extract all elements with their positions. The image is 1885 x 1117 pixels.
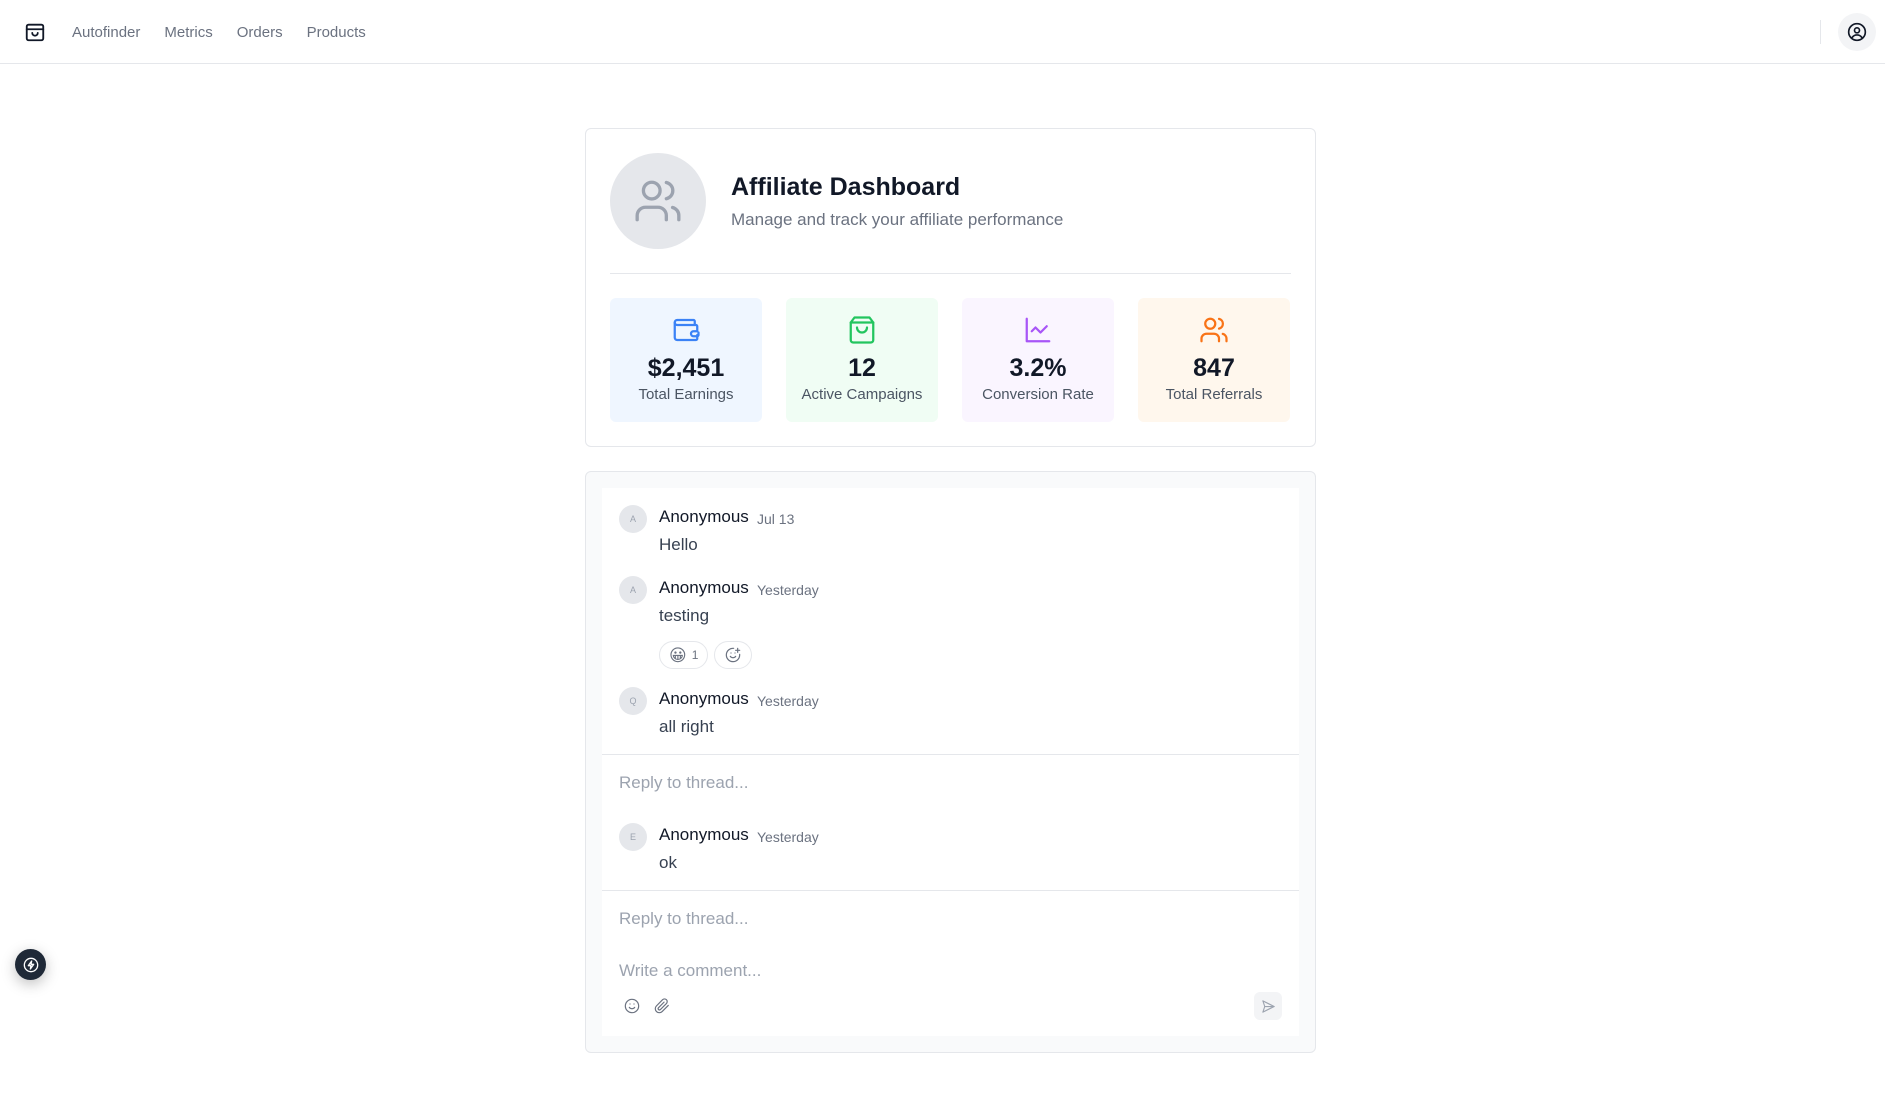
comment-text: ok: [659, 853, 677, 872]
stat-value: $2,451: [647, 354, 725, 382]
reactions-bar: 😀 1: [659, 641, 753, 669]
comment-timestamp: Yesterday: [757, 693, 819, 709]
comment-text: all right: [659, 717, 714, 736]
wallet-icon: [671, 315, 701, 345]
avatar: Q: [619, 687, 647, 715]
comment-timestamp: Yesterday: [757, 829, 819, 845]
page-title: Affiliate Dashboard: [731, 173, 961, 201]
page-subtitle: Manage and track your affiliate performa…: [731, 210, 1064, 229]
top-navbar: Autofinder Metrics Orders Products: [0, 0, 1885, 64]
comment-text: testing: [659, 606, 710, 625]
avatar: [610, 153, 706, 249]
send-button[interactable]: [1254, 992, 1282, 1020]
comment-author: Anonymous: [659, 689, 749, 708]
stat-total-referrals: 847 Total Referrals: [1138, 298, 1290, 422]
comment-author: Anonymous: [659, 825, 749, 844]
comment-input[interactable]: [619, 957, 1279, 985]
stat-conversion-rate: 3.2% Conversion Rate: [962, 298, 1114, 422]
shopping-bag-icon: [847, 315, 877, 345]
comment-author: Anonymous: [659, 578, 749, 597]
store-icon[interactable]: [23, 20, 47, 44]
nav-item-autofinder[interactable]: Autofinder: [72, 24, 140, 41]
user-circle-icon: [1847, 22, 1867, 42]
avatar: A: [619, 576, 647, 604]
thread-divider: [602, 754, 1299, 755]
stat-label: Conversion Rate: [982, 386, 1094, 403]
avatar: E: [619, 823, 647, 851]
stat-value: 847: [1193, 354, 1235, 382]
paperclip-icon[interactable]: [652, 996, 672, 1016]
nav-divider: [1820, 20, 1821, 44]
stat-label: Total Referrals: [1165, 386, 1263, 403]
main-nav: Autofinder Metrics Orders Products: [72, 0, 366, 64]
grinning-face-emoji: 😀: [669, 645, 687, 665]
comment-timestamp: Yesterday: [757, 582, 819, 598]
avatar: A: [619, 505, 647, 533]
users-icon: [1199, 315, 1229, 345]
stat-label: Active Campaigns: [801, 386, 923, 403]
comments-list: A Anonymous Jul 13 Hello A Anonymous Yes…: [602, 488, 1299, 1036]
reply-input[interactable]: [619, 769, 1279, 797]
reaction-pill[interactable]: 😀 1: [659, 641, 709, 669]
comments-panel: A Anonymous Jul 13 Hello A Anonymous Yes…: [585, 471, 1316, 1053]
add-reaction-button[interactable]: [714, 641, 753, 669]
stat-active-campaigns: 12 Active Campaigns: [786, 298, 938, 422]
comment-author: Anonymous: [659, 507, 749, 526]
send-icon: [1261, 999, 1275, 1013]
line-chart-icon: [1023, 315, 1053, 345]
stat-value: 12: [848, 354, 876, 382]
quick-action-button[interactable]: [15, 949, 46, 980]
stat-total-earnings: $2,451 Total Earnings: [610, 298, 762, 422]
comment-timestamp: Jul 13: [757, 511, 795, 527]
reaction-count: 1: [691, 648, 699, 662]
nav-item-metrics[interactable]: Metrics: [164, 24, 212, 41]
reply-input[interactable]: [619, 905, 1279, 933]
stat-value: 3.2%: [1009, 354, 1067, 382]
stat-label: Total Earnings: [638, 386, 734, 403]
smile-icon[interactable]: [622, 996, 642, 1016]
nav-item-products[interactable]: Products: [307, 24, 366, 41]
profile-button[interactable]: [1838, 13, 1876, 51]
users-icon: [635, 180, 681, 222]
comment-text: Hello: [659, 535, 698, 554]
lightning-icon: [23, 957, 38, 972]
affiliate-dashboard-card: Affiliate Dashboard Manage and track you…: [585, 128, 1316, 447]
divider: [610, 273, 1291, 274]
smile-plus-icon: [726, 647, 741, 663]
thread-divider: [602, 890, 1299, 891]
nav-item-orders[interactable]: Orders: [237, 24, 283, 41]
